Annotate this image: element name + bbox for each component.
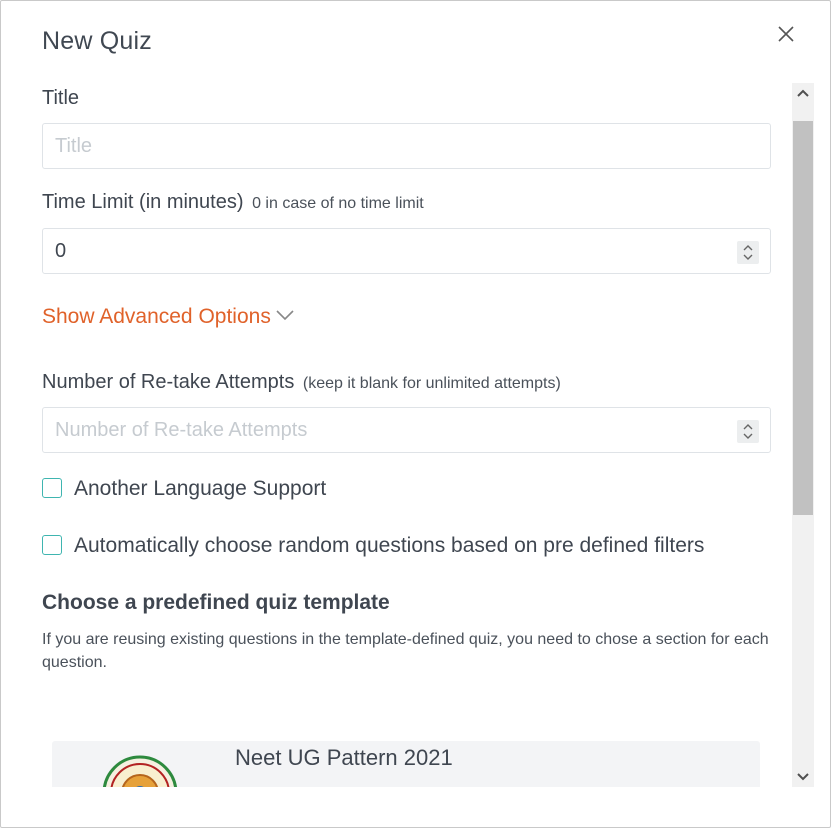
template-name: Neet UG Pattern 2021 [235, 745, 453, 770]
template-section-heading: Choose a predefined quiz template [42, 591, 390, 614]
time-limit-input[interactable]: 0 [42, 228, 771, 274]
retake-placeholder: Number of Re-take Attempts [55, 419, 308, 441]
random-questions-label[interactable]: Automatically choose random questions ba… [74, 534, 704, 558]
show-advanced-options-link[interactable]: Show Advanced Options [42, 305, 295, 329]
time-limit-label-text: Time Limit (in minutes) [42, 191, 244, 213]
time-limit-label: Time Limit (in minutes) 0 in case of no … [42, 191, 424, 214]
time-limit-stepper[interactable] [737, 241, 759, 264]
template-card[interactable]: Neet UG Pattern 2021 [52, 741, 760, 787]
chevron-down-icon [276, 310, 294, 321]
scrollbar-thumb[interactable] [793, 121, 813, 515]
scroll-up-arrow-icon[interactable] [792, 83, 814, 103]
new-quiz-modal: New Quiz Title Title Time Limit (in minu… [0, 0, 831, 828]
retake-attempts-input[interactable]: Number of Re-take Attempts [42, 407, 771, 453]
template-section-description: If you are reusing existing questions in… [42, 631, 769, 671]
retake-hint: (keep it blank for unlimited attempts) [302, 375, 561, 392]
retake-attempts-stepper[interactable] [737, 420, 759, 443]
scrollbar[interactable] [792, 83, 814, 787]
title-input[interactable]: Title [42, 123, 771, 169]
time-limit-hint: 0 in case of no time limit [252, 195, 424, 212]
modal-body: Title Title Time Limit (in minutes) 0 in… [1, 83, 791, 787]
time-limit-value: 0 [55, 240, 67, 262]
retake-label-text: Number of Re-take Attempts [42, 371, 295, 393]
another-language-checkbox[interactable] [42, 478, 62, 498]
title-placeholder: Title [55, 135, 93, 157]
modal-title: New Quiz [42, 27, 152, 55]
scroll-down-arrow-icon[interactable] [792, 767, 814, 787]
title-label: Title [42, 87, 80, 109]
another-language-label[interactable]: Another Language Support [74, 477, 326, 501]
close-icon[interactable] [775, 23, 797, 45]
seal-logo [102, 755, 178, 787]
random-questions-checkbox[interactable] [42, 535, 62, 555]
retake-label: Number of Re-take Attempts (keep it blan… [42, 371, 561, 394]
advanced-options-label: Show Advanced Options [42, 305, 271, 328]
